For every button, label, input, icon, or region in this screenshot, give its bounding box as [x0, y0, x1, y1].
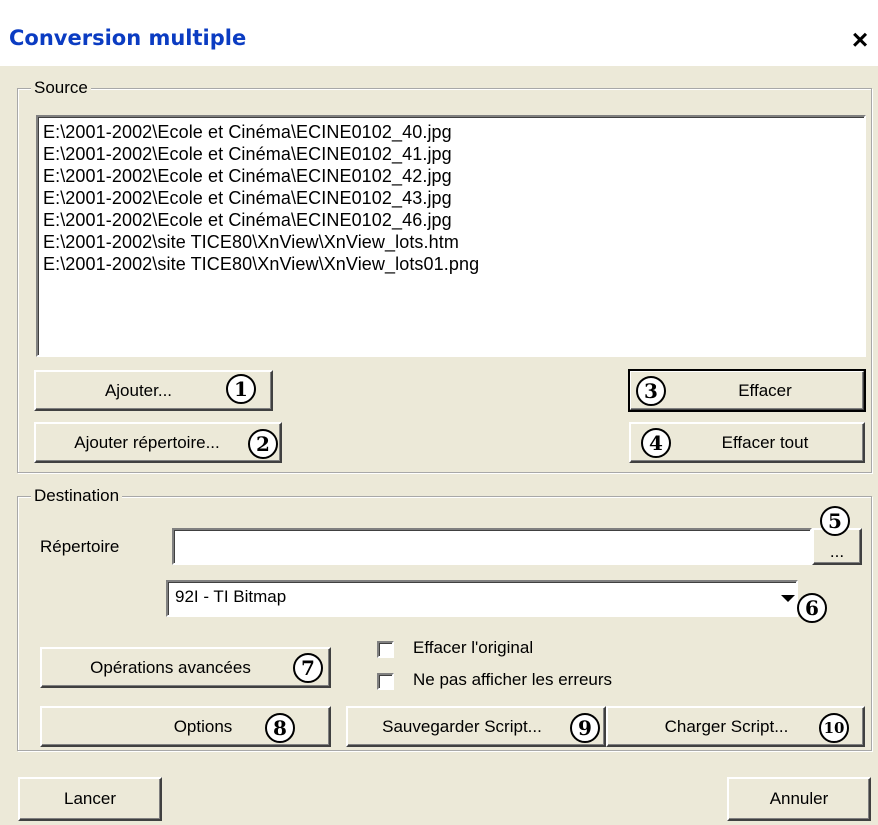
chevron-down-icon — [781, 595, 795, 602]
browse-button-label: ... — [829, 541, 845, 561]
window-title: Conversion multiple — [9, 26, 247, 50]
cancel-button-label: Annuler — [769, 789, 829, 808]
source-file-list[interactable]: E:\2001-2002\Ecole et Cinéma\ECINE0102_4… — [36, 115, 866, 357]
add-folder-button[interactable]: Ajouter répertoire... — [34, 422, 282, 463]
annotation-10: 10 — [819, 713, 849, 743]
annotation-8: 8 — [265, 713, 295, 743]
file-list-item[interactable]: E:\2001-2002\Ecole et Cinéma\ECINE0102_4… — [43, 143, 859, 165]
run-button-label: Lancer — [64, 789, 116, 808]
delete-original-checkbox[interactable] — [377, 641, 394, 658]
folder-label: Répertoire — [40, 537, 120, 556]
file-list-item[interactable]: E:\2001-2002\Ecole et Cinéma\ECINE0102_4… — [43, 121, 859, 143]
close-icon[interactable]: × — [845, 26, 875, 56]
annotation-2: 2 — [248, 429, 278, 459]
cancel-button[interactable]: Annuler — [727, 777, 871, 821]
destination-legend: Destination — [31, 486, 123, 506]
hide-errors-checkbox[interactable] — [377, 673, 394, 690]
source-legend: Source — [31, 78, 91, 98]
run-button[interactable]: Lancer — [18, 777, 162, 821]
clear-all-button-label: Effacer tout — [721, 432, 809, 452]
advanced-operations-label: Opérations avancées — [90, 657, 251, 677]
save-script-button[interactable]: Sauvegarder Script... — [346, 706, 606, 747]
annotation-9: 9 — [570, 713, 600, 743]
clear-button-label: Effacer — [738, 380, 792, 400]
file-list-item[interactable]: E:\2001-2002\site TICE80\XnView\XnView_l… — [43, 231, 859, 253]
annotation-3: 3 — [636, 376, 666, 406]
annotation-6: 6 — [797, 593, 827, 623]
advanced-operations-button[interactable]: Opérations avancées — [40, 647, 331, 688]
file-list-item[interactable]: E:\2001-2002\Ecole et Cinéma\ECINE0102_4… — [43, 165, 859, 187]
file-list-item[interactable]: E:\2001-2002\Ecole et Cinéma\ECINE0102_4… — [43, 209, 859, 231]
batch-conversion-dialog: Conversion multiple × Source E:\2001-200… — [0, 0, 878, 825]
load-script-label: Charger Script... — [664, 716, 789, 736]
format-select-value: 92I - TI Bitmap — [175, 587, 287, 606]
title-bar: Conversion multiple × — [0, 0, 878, 66]
file-list-item[interactable]: E:\2001-2002\Ecole et Cinéma\ECINE0102_4… — [43, 187, 859, 209]
hide-errors-label: Ne pas afficher les erreurs — [413, 670, 613, 689]
annotation-7: 7 — [293, 653, 323, 683]
add-folder-button-label: Ajouter répertoire... — [74, 432, 220, 452]
file-list-item[interactable]: E:\2001-2002\site TICE80\XnView\XnView_l… — [43, 253, 859, 275]
format-select[interactable]: 92I - TI Bitmap — [166, 580, 798, 617]
delete-original-label: Effacer l'original — [413, 638, 534, 657]
save-script-label: Sauvegarder Script... — [382, 716, 542, 736]
options-button-label: Options — [173, 716, 233, 736]
annotation-1: 1 — [226, 374, 256, 404]
add-button-label: Ajouter... — [104, 380, 173, 400]
annotation-5: 5 — [820, 506, 850, 536]
format-dropdown-button[interactable] — [777, 582, 799, 615]
annotation-4: 4 — [641, 428, 671, 458]
folder-input[interactable] — [172, 528, 812, 565]
